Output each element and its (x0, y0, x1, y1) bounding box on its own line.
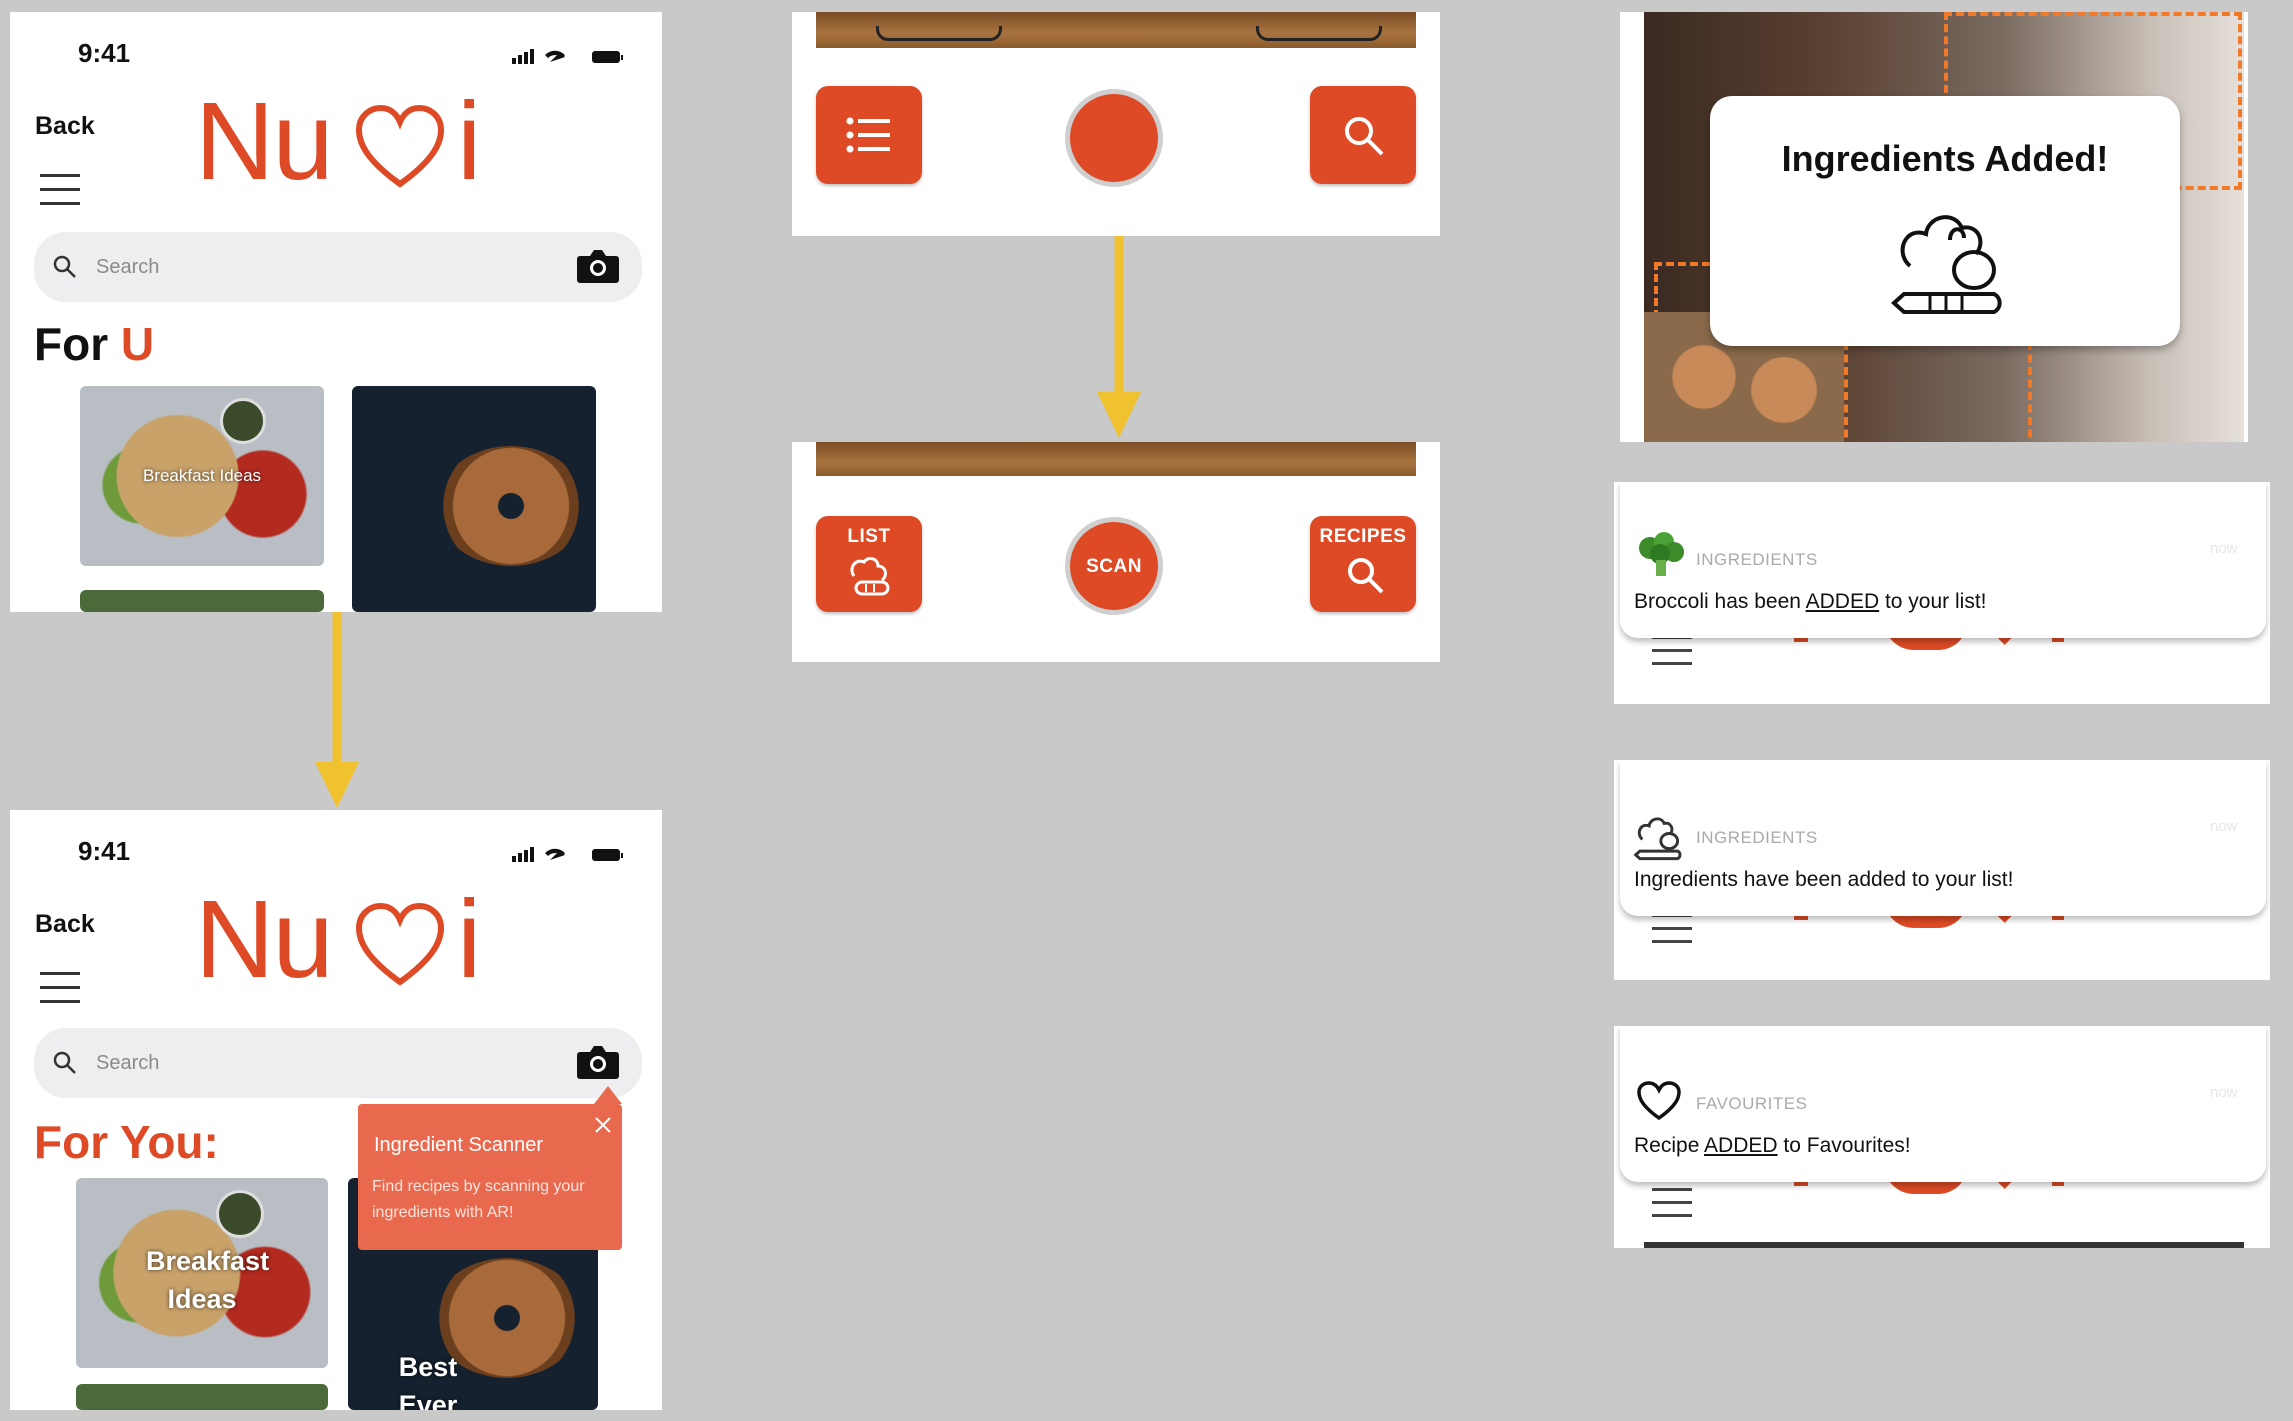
herb-bowl (216, 1190, 264, 1238)
card-label: Breakfast Ideas (146, 1246, 270, 1314)
notification-category: INGREDIENTS (1696, 550, 1818, 569)
recipes-button[interactable]: RECIPES (1310, 516, 1416, 612)
notification-text: Recipe ADDED to Favourites! (1634, 1134, 1911, 1158)
search-input[interactable]: Search (96, 1052, 159, 1075)
logo-text-end: i (457, 878, 482, 1001)
search-bar[interactable]: Search (34, 1028, 642, 1098)
scan-label: SCAN (1086, 556, 1142, 577)
nuvi-logo: Nu i (195, 880, 495, 1000)
card-label: Breakfast Ideas (142, 466, 262, 485)
search-icon (1348, 558, 1384, 594)
u-word: U (120, 318, 155, 370)
notification-card[interactable]: INGREDIENTS now Ingredients have been ad… (1620, 760, 2266, 916)
heart-icon (1637, 1081, 1681, 1121)
text-emph: ADDED (1805, 590, 1880, 613)
scan-box (1844, 342, 2032, 442)
ar-scan-view: Ingredients Added! (1620, 12, 2248, 442)
for-you-title: For You: (34, 1116, 219, 1168)
list-label: LIST (847, 526, 891, 547)
image-strip (1644, 1242, 2244, 1248)
notification-card[interactable]: FAVOURITES now Recipe ADDED to Favourite… (1620, 1026, 2266, 1182)
card-label: Best Ever (398, 1352, 458, 1410)
text-pre: Ingredients have been added to your list… (1634, 868, 2014, 891)
camera-icon[interactable] (576, 1044, 620, 1080)
modal-title: Ingredients Added! (1781, 138, 2109, 179)
flow-arrow-down-middle (1097, 236, 1141, 438)
search-input[interactable]: Search (96, 256, 159, 279)
notification-text: Ingredients have been added to your list… (1634, 868, 2013, 892)
logo-text-start: Nu (195, 878, 334, 1001)
notification-time: now (2210, 1084, 2238, 1101)
notification-card[interactable]: INGREDIENTS now Broccoli has been ADDED … (1620, 482, 2266, 638)
home-screen-before: 9:41 Back Nu i Search For U Breakfast Id… (10, 12, 662, 612)
list-icon (846, 117, 890, 153)
menu-icon[interactable] (1652, 634, 1692, 668)
nuvi-logo: Nu i (195, 82, 495, 202)
notification-category: INGREDIENTS (1696, 828, 1818, 847)
status-icons (512, 847, 623, 862)
groceries-icon (1634, 817, 1682, 861)
scan-button[interactable] (1070, 94, 1158, 182)
bagel-card[interactable] (352, 386, 596, 612)
notification-panel-broccoli: INGREDIENTS now Broccoli has been ADDED … (1614, 482, 2270, 704)
scanner-toolbar-before (792, 12, 1440, 236)
scan-button[interactable]: SCAN (1070, 522, 1158, 610)
status-icons (512, 49, 623, 64)
menu-icon[interactable] (1652, 912, 1692, 946)
logo-text-start: Nu (195, 80, 334, 203)
notification-panel-ingredients: INGREDIENTS now Ingredients have been ad… (1614, 760, 2270, 980)
camera-feed (816, 442, 1416, 476)
groceries-icon (850, 557, 890, 596)
search-icon (53, 255, 76, 278)
notification-panel-favourites: FAVOURITES now Recipe ADDED to Favourite… (1614, 1026, 2270, 1248)
list-button[interactable]: LIST (816, 516, 922, 612)
notification-category: FAVOURITES (1696, 1094, 1808, 1113)
menu-icon[interactable] (40, 970, 80, 1006)
tooltip-pointer (594, 1086, 622, 1104)
close-icon[interactable] (594, 1116, 612, 1134)
for-word: For (34, 318, 109, 370)
search-icon (53, 1051, 76, 1074)
search-bar[interactable]: Search (34, 232, 642, 302)
broccoli-icon (1639, 532, 1684, 576)
herb-bowl (220, 398, 266, 444)
breakfast-ideas-card[interactable]: Breakfast Ideas (76, 1178, 328, 1368)
notification-time: now (2210, 540, 2238, 557)
text-post: to Favourites! (1777, 1134, 1911, 1157)
groceries-icon (1891, 215, 2002, 314)
notification-time: now (2210, 818, 2238, 835)
logo-text-end: i (457, 80, 482, 203)
flow-arrow-down-left (315, 612, 359, 808)
ingredients-added-modal: Ingredients Added! (1710, 96, 2180, 346)
heart-icon (355, 104, 445, 188)
list-button[interactable] (816, 86, 922, 184)
text-pre: Recipe (1634, 1134, 1705, 1157)
text-post: to your list! (1879, 590, 1987, 613)
for-u-title: For U (34, 317, 154, 371)
home-screen-after: 9:41 Back Nu i Search For You: Breakfast… (10, 810, 662, 1410)
bagel-image (436, 446, 586, 566)
menu-icon[interactable] (1652, 1186, 1692, 1220)
tooltip-title: Ingredient Scanner (374, 1134, 544, 1156)
search-recipes-button[interactable] (1310, 86, 1416, 184)
green-card[interactable] (80, 590, 324, 612)
status-time: 9:41 (78, 836, 131, 866)
breakfast-ideas-card[interactable]: Breakfast Ideas (80, 386, 324, 566)
status-time: 9:41 (78, 38, 131, 68)
tooltip-text: Find recipes by scanning your ingredient… (372, 1178, 585, 1221)
heart-icon (355, 902, 445, 986)
text-pre: Broccoli has been (1634, 590, 1806, 613)
notification-text: Broccoli has been ADDED to your list! (1634, 590, 1987, 614)
camera-icon[interactable] (576, 248, 620, 284)
menu-icon[interactable] (40, 172, 80, 208)
ingredient-scanner-tooltip: Ingredient Scanner Find recipes by scann… (358, 1104, 622, 1250)
search-icon (1345, 117, 1384, 156)
recipes-label: RECIPES (1319, 526, 1407, 547)
camera-feed (816, 12, 1416, 48)
green-card[interactable] (76, 1384, 328, 1410)
scanner-toolbar-after: LIST SCAN RECIPES (792, 442, 1440, 662)
back-button[interactable]: Back (35, 112, 95, 141)
back-button[interactable]: Back (35, 910, 95, 939)
text-emph: ADDED (1704, 1134, 1778, 1157)
